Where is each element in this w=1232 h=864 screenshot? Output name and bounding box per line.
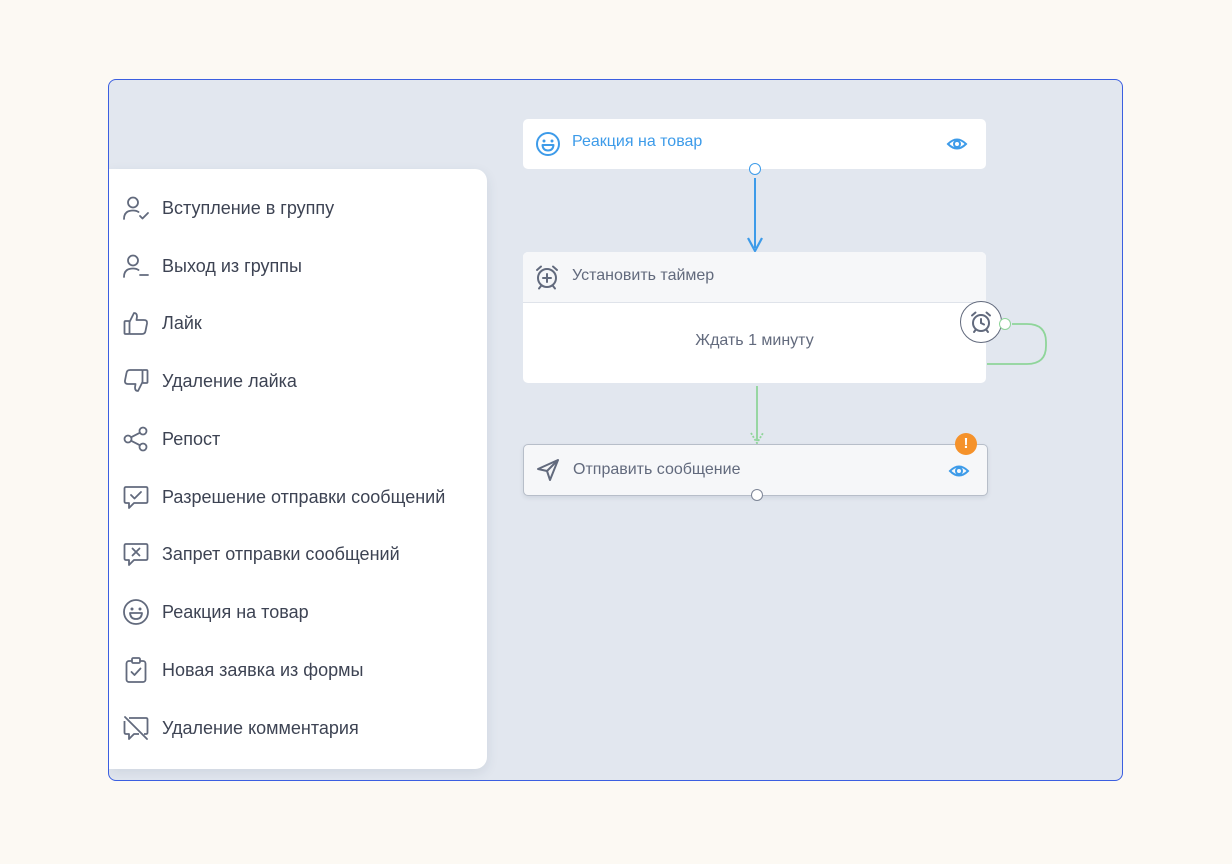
sidebar-item-delete-comment[interactable]: Удаление комментария — [121, 708, 359, 748]
sidebar-item-label: Лайк — [162, 312, 202, 333]
send-message-output-port[interactable] — [751, 489, 763, 501]
trigger-title: Реакция на товар — [572, 133, 703, 150]
trigger-node[interactable]: Реакция на товар — [523, 119, 986, 169]
timer-node[interactable]: Установить таймер Ждать 1 минуту — [523, 252, 986, 383]
sidebar-item-label: Репост — [162, 428, 221, 449]
timer-body-text: Ждать 1 минуту — [695, 332, 814, 349]
thumbs-down-icon — [121, 366, 151, 396]
smile-icon — [535, 131, 561, 157]
timer-node-header: Установить таймер — [523, 252, 986, 303]
eye-icon[interactable] — [946, 134, 968, 154]
alarm-plus-icon — [534, 264, 560, 290]
sidebar-item-label: Удаление лайка — [162, 370, 297, 391]
message-off-icon — [121, 713, 151, 743]
sidebar-item-leave-group[interactable]: Выход из группы — [121, 246, 302, 286]
alarm-clock-icon — [969, 310, 993, 334]
send-icon — [535, 457, 561, 483]
timer-alarm-port[interactable] — [960, 301, 1002, 343]
sidebar-item-allow-messages[interactable]: Разрешение отправки сообщений — [121, 477, 445, 517]
sidebar-item-label: Новая заявка из формы — [162, 659, 364, 680]
user-minus-icon — [121, 251, 151, 281]
sidebar-item-form-request[interactable]: Новая заявка из формы — [121, 650, 363, 690]
sidebar-item-label: Запрет отправки сообщений — [162, 543, 400, 564]
smile-icon — [121, 597, 151, 627]
timer-timeout-port[interactable] — [999, 318, 1011, 330]
warning-badge[interactable]: ! — [955, 433, 977, 455]
clipboard-check-icon — [121, 655, 151, 685]
sidebar-item-label: Реакция на товар — [162, 601, 309, 622]
user-check-icon — [121, 193, 151, 223]
sidebar-item-join-group[interactable]: Вступление в группу — [121, 188, 334, 228]
sidebar-item-label: Вступление в группу — [162, 197, 335, 218]
sidebar-item-deny-messages[interactable]: Запрет отправки сообщений — [121, 534, 400, 574]
sidebar-item-like[interactable]: Лайк — [121, 303, 202, 343]
message-check-icon — [121, 482, 151, 512]
share-icon — [121, 424, 151, 454]
sidebar-item-unlike[interactable]: Удаление лайка — [121, 361, 297, 401]
sidebar-item-product-reaction[interactable]: Реакция на товар — [121, 592, 309, 632]
flow-canvas[interactable]: Реакция на товар Установить таймер Ждать… — [108, 79, 1123, 781]
send-message-title: Отправить сообщение — [573, 461, 741, 478]
trigger-output-port[interactable] — [749, 163, 761, 175]
sidebar-item-label: Выход из группы — [162, 255, 302, 276]
trigger-library-panel: Вступление в группу Выход из группы Лайк — [109, 169, 487, 769]
eye-icon[interactable] — [948, 461, 970, 481]
sidebar-item-label: Разрешение отправки сообщений — [162, 486, 446, 507]
sidebar-item-repost[interactable]: Репост — [121, 419, 220, 459]
thumbs-up-icon — [121, 308, 151, 338]
message-x-icon — [121, 539, 151, 569]
sidebar-item-label: Удаление комментария — [162, 717, 359, 738]
timer-title: Установить таймер — [572, 267, 715, 284]
